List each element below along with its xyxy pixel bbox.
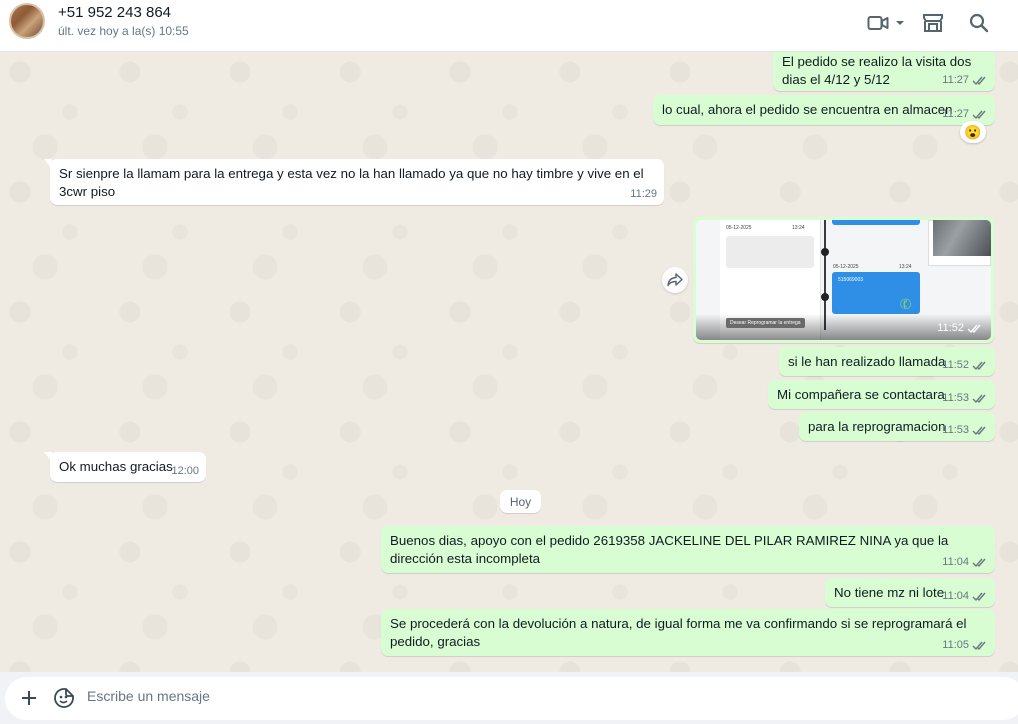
chevron-down-icon[interactable]: [892, 11, 908, 35]
double-check-icon: [972, 592, 986, 601]
search-icon[interactable]: [966, 11, 992, 35]
message-meta: 11:04: [942, 590, 988, 602]
day-separator: Hoy: [500, 490, 541, 513]
sticker-icon[interactable]: [52, 686, 76, 710]
message-time: 12:00: [171, 465, 199, 477]
image-text: Desear Reprogramar la entrega: [726, 318, 805, 328]
contact-name[interactable]: +51 952 243 864: [58, 4, 171, 21]
image-card: [832, 220, 920, 225]
message-meta: 11:52: [942, 359, 988, 371]
message-time: 11:04: [942, 590, 969, 602]
image-text: 05-12-2025: [833, 264, 859, 270]
message-outgoing[interactable]: El pedido se realizo la visita dos dias …: [773, 47, 995, 91]
message-meta: 11:27: [942, 74, 988, 86]
image-text: 515069003: [838, 277, 864, 283]
message-meta: 11:53: [942, 392, 988, 404]
message-meta: 12:00: [171, 465, 199, 477]
forward-icon[interactable]: [662, 267, 688, 293]
message-composer: [0, 672, 1018, 724]
message-text: Buenos dias, apoyo con el pedido 2619358…: [390, 533, 949, 566]
image-dot: [821, 248, 829, 256]
double-check-icon: [972, 426, 986, 435]
message-time: 11:53: [942, 424, 969, 436]
image-card: [726, 236, 814, 268]
image-text: 05-12-2025: [726, 225, 752, 231]
message-text: lo cual, ahora el pedido se encuentra en…: [662, 102, 953, 117]
message-meta: 11:52: [937, 322, 983, 334]
message-time: 11:52: [937, 322, 964, 334]
message-meta: 11:05: [942, 639, 988, 651]
message-meta: 11:29: [630, 188, 657, 200]
message-outgoing[interactable]: para la reprogramacion 11:53: [799, 412, 995, 441]
image-thumbnail[interactable]: 05-12-2025 13:24 05-12-2025 13:24 515069…: [696, 220, 991, 340]
message-time: 11:29: [630, 188, 657, 200]
plus-icon[interactable]: [17, 686, 41, 710]
message-meta: 11:53: [942, 424, 988, 436]
image-message[interactable]: 05-12-2025 13:24 05-12-2025 13:24 515069…: [693, 217, 994, 343]
message-outgoing[interactable]: Mi compañera se contactara 11:53: [768, 380, 995, 409]
image-text: 13:24: [792, 225, 805, 231]
double-check-icon: [972, 361, 986, 370]
image-dot: [821, 293, 829, 301]
message-outgoing[interactable]: si le han realizado llamada 11:52: [779, 347, 995, 376]
message-time: 11:04: [942, 556, 969, 568]
message-input[interactable]: [87, 686, 887, 706]
avatar[interactable]: [9, 3, 45, 39]
message-time: 11:05: [942, 639, 969, 651]
message-time: 11:27: [942, 108, 969, 120]
message-outgoing[interactable]: lo cual, ahora el pedido se encuentra en…: [653, 95, 995, 125]
double-check-icon: [967, 324, 981, 333]
image-text: 13:24: [899, 264, 912, 270]
message-incoming[interactable]: Ok muchas gracias 12:00: [44, 452, 206, 482]
message-incoming[interactable]: Sr sienpre la llamam para la entrega y e…: [44, 159, 664, 205]
video-call-icon[interactable]: [865, 11, 891, 35]
double-check-icon: [972, 110, 986, 119]
message-outgoing[interactable]: Se procederá con la devolución a natura,…: [381, 609, 995, 656]
catalog-icon[interactable]: [920, 11, 946, 35]
message-meta: 11:27: [942, 108, 988, 120]
double-check-icon: [972, 394, 986, 403]
message-text: Sr sienpre la llamam para la entrega y e…: [59, 166, 644, 199]
last-seen-status: últ. vez hoy a la(s) 10:55: [58, 24, 189, 38]
message-outgoing[interactable]: No tiene mz ni lote 11:04: [825, 578, 995, 607]
message-time: 11:53: [942, 392, 969, 404]
message-time: 11:52: [942, 359, 969, 371]
message-meta: 11:04: [942, 556, 988, 568]
image-photo: [933, 220, 991, 256]
message-outgoing[interactable]: Buenos dias, apoyo con el pedido 2619358…: [381, 526, 995, 573]
message-time: 11:27: [942, 74, 969, 86]
chat-header: +51 952 243 864 últ. vez hoy a la(s) 10:…: [0, 0, 1018, 52]
message-reaction[interactable]: 😮: [960, 121, 986, 143]
double-check-icon: [972, 76, 986, 85]
double-check-icon: [972, 558, 986, 567]
double-check-icon: [972, 641, 986, 650]
message-text: Se procederá con la devolución a natura,…: [390, 616, 967, 649]
